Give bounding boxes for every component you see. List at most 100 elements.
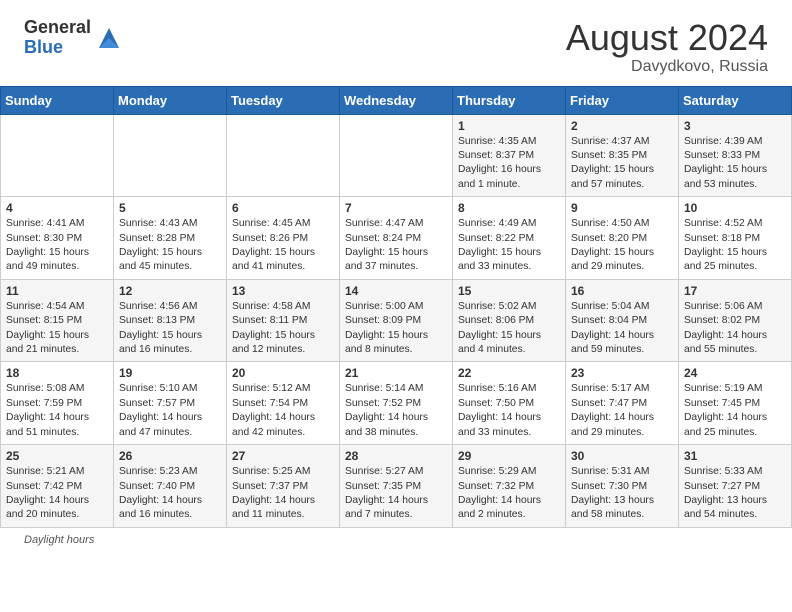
- day-info: Sunrise: 5:21 AM Sunset: 7:42 PM Dayligh…: [6, 465, 108, 523]
- day-info: Sunrise: 4:47 AM Sunset: 8:24 PM Dayligh…: [345, 217, 447, 275]
- day-info: Sunrise: 4:45 AM Sunset: 8:26 PM Dayligh…: [232, 217, 334, 275]
- calendar-cell: [340, 114, 453, 197]
- calendar-cell: 6 Sunrise: 4:45 AM Sunset: 8:26 PM Daylig…: [227, 197, 340, 280]
- calendar-cell: 12Sunrise: 4:56 AM Sunset: 8:13 PM Dayli…: [114, 279, 227, 362]
- day-info: Sunrise: 4:52 AM Sunset: 8:18 PM Dayligh…: [684, 217, 786, 275]
- day-info: Sunrise: 5:00 AM Sunset: 8:09 PM Dayligh…: [345, 300, 447, 358]
- calendar-cell: 22 Sunrise: 5:16 AM Sunset: 7:50 PM Dayli…: [453, 362, 566, 445]
- day-number: 16: [571, 284, 673, 298]
- day-info: Sunrise: 4:54 AM Sunset: 8:15 PM Dayligh…: [6, 300, 108, 358]
- calendar-cell: 26 Sunrise: 5:23 AM Sunset: 7:40 PM Dayli…: [114, 445, 227, 528]
- calendar-cell: 15Sunrise: 5:02 AM Sunset: 8:06 PM Dayli…: [453, 279, 566, 362]
- calendar-cell: 29 Sunrise: 5:29 AM Sunset: 7:32 PM Dayli…: [453, 445, 566, 528]
- location-subtitle: Davydkovo, Russia: [566, 58, 768, 76]
- day-info: Sunrise: 5:08 AM Sunset: 7:59 PM Dayligh…: [6, 382, 108, 440]
- day-number: 20: [232, 366, 334, 380]
- day-number: 11: [6, 284, 108, 298]
- calendar-cell: 14 Sunrise: 5:00 AM Sunset: 8:09 PM Dayli…: [340, 279, 453, 362]
- logo-icon: [95, 24, 123, 52]
- day-number: 7: [345, 201, 447, 215]
- weekday-header: Tuesday: [227, 86, 340, 114]
- calendar-cell: 31Sunrise: 5:33 AM Sunset: 7:27 PM Dayli…: [679, 445, 792, 528]
- day-info: Sunrise: 5:16 AM Sunset: 7:50 PM Dayligh…: [458, 382, 560, 440]
- day-number: 13: [232, 284, 334, 298]
- calendar-cell: [114, 114, 227, 197]
- weekday-header: Saturday: [679, 86, 792, 114]
- day-number: 28: [345, 449, 447, 463]
- day-number: 26: [119, 449, 221, 463]
- day-info: Sunrise: 4:50 AM Sunset: 8:20 PM Dayligh…: [571, 217, 673, 275]
- day-info: Sunrise: 5:27 AM Sunset: 7:35 PM Dayligh…: [345, 465, 447, 523]
- day-info: Sunrise: 5:04 AM Sunset: 8:04 PM Dayligh…: [571, 300, 673, 358]
- day-number: 15: [458, 284, 560, 298]
- calendar-cell: 3Sunrise: 4:39 AM Sunset: 8:33 PM Daylig…: [679, 114, 792, 197]
- calendar-cell: 18Sunrise: 5:08 AM Sunset: 7:59 PM Dayli…: [1, 362, 114, 445]
- day-info: Sunrise: 5:31 AM Sunset: 7:30 PM Dayligh…: [571, 465, 673, 523]
- day-number: 9: [571, 201, 673, 215]
- day-number: 22: [458, 366, 560, 380]
- weekday-header: Thursday: [453, 86, 566, 114]
- calendar-cell: 4 Sunrise: 4:41 AM Sunset: 8:30 PM Daylig…: [1, 197, 114, 280]
- day-info: Sunrise: 4:37 AM Sunset: 8:35 PM Dayligh…: [571, 135, 673, 193]
- footer: Daylight hours: [0, 528, 792, 550]
- calendar-week-row: 1Sunrise: 4:35 AM Sunset: 8:37 PM Daylig…: [1, 114, 792, 197]
- calendar-cell: 20 Sunrise: 5:12 AM Sunset: 7:54 PM Dayli…: [227, 362, 340, 445]
- weekday-header: Friday: [566, 86, 679, 114]
- calendar-week-row: 18Sunrise: 5:08 AM Sunset: 7:59 PM Dayli…: [1, 362, 792, 445]
- calendar-cell: 13 Sunrise: 4:58 AM Sunset: 8:11 PM Dayli…: [227, 279, 340, 362]
- day-number: 14: [345, 284, 447, 298]
- logo-blue-text: Blue: [24, 38, 91, 58]
- calendar-cell: 25 Sunrise: 5:21 AM Sunset: 7:42 PM Dayli…: [1, 445, 114, 528]
- day-info: Sunrise: 4:49 AM Sunset: 8:22 PM Dayligh…: [458, 217, 560, 275]
- calendar-cell: [1, 114, 114, 197]
- day-info: Sunrise: 5:23 AM Sunset: 7:40 PM Dayligh…: [119, 465, 221, 523]
- calendar-cell: 16 Sunrise: 5:04 AM Sunset: 8:04 PM Dayli…: [566, 279, 679, 362]
- calendar-week-row: 11 Sunrise: 4:54 AM Sunset: 8:15 PM Dayli…: [1, 279, 792, 362]
- day-info: Sunrise: 4:39 AM Sunset: 8:33 PM Dayligh…: [684, 135, 786, 193]
- day-info: Sunrise: 4:56 AM Sunset: 8:13 PM Dayligh…: [119, 300, 221, 358]
- day-number: 2: [571, 119, 673, 133]
- calendar-cell: 2 Sunrise: 4:37 AM Sunset: 8:35 PM Daylig…: [566, 114, 679, 197]
- month-year-title: August 2024: [566, 18, 768, 58]
- day-info: Sunrise: 4:41 AM Sunset: 8:30 PM Dayligh…: [6, 217, 108, 275]
- day-number: 19: [119, 366, 221, 380]
- day-number: 27: [232, 449, 334, 463]
- day-info: Sunrise: 5:17 AM Sunset: 7:47 PM Dayligh…: [571, 382, 673, 440]
- day-info: Sunrise: 5:29 AM Sunset: 7:32 PM Dayligh…: [458, 465, 560, 523]
- day-number: 21: [345, 366, 447, 380]
- logo-general-text: General: [24, 18, 91, 38]
- day-info: Sunrise: 4:43 AM Sunset: 8:28 PM Dayligh…: [119, 217, 221, 275]
- daylight-hours-label: Daylight hours: [24, 534, 94, 546]
- day-number: 30: [571, 449, 673, 463]
- calendar-cell: 1Sunrise: 4:35 AM Sunset: 8:37 PM Daylig…: [453, 114, 566, 197]
- day-number: 5: [119, 201, 221, 215]
- day-info: Sunrise: 5:10 AM Sunset: 7:57 PM Dayligh…: [119, 382, 221, 440]
- calendar-week-row: 25 Sunrise: 5:21 AM Sunset: 7:42 PM Dayli…: [1, 445, 792, 528]
- day-info: Sunrise: 5:25 AM Sunset: 7:37 PM Dayligh…: [232, 465, 334, 523]
- calendar-cell: 30 Sunrise: 5:31 AM Sunset: 7:30 PM Dayli…: [566, 445, 679, 528]
- day-info: Sunrise: 4:58 AM Sunset: 8:11 PM Dayligh…: [232, 300, 334, 358]
- title-block: August 2024 Davydkovo, Russia: [566, 18, 768, 76]
- weekday-header: Wednesday: [340, 86, 453, 114]
- calendar-cell: 7 Sunrise: 4:47 AM Sunset: 8:24 PM Daylig…: [340, 197, 453, 280]
- calendar-cell: 28 Sunrise: 5:27 AM Sunset: 7:35 PM Dayli…: [340, 445, 453, 528]
- day-number: 24: [684, 366, 786, 380]
- calendar-body: 1Sunrise: 4:35 AM Sunset: 8:37 PM Daylig…: [1, 114, 792, 527]
- calendar-cell: 24Sunrise: 5:19 AM Sunset: 7:45 PM Dayli…: [679, 362, 792, 445]
- page-header: General Blue August 2024 Davydkovo, Russ…: [0, 0, 792, 86]
- day-number: 6: [232, 201, 334, 215]
- calendar-cell: 19 Sunrise: 5:10 AM Sunset: 7:57 PM Dayli…: [114, 362, 227, 445]
- day-number: 17: [684, 284, 786, 298]
- calendar-week-row: 4 Sunrise: 4:41 AM Sunset: 8:30 PM Daylig…: [1, 197, 792, 280]
- day-number: 25: [6, 449, 108, 463]
- day-number: 31: [684, 449, 786, 463]
- day-number: 29: [458, 449, 560, 463]
- day-number: 10: [684, 201, 786, 215]
- calendar-cell: 10 Sunrise: 4:52 AM Sunset: 8:18 PM Dayli…: [679, 197, 792, 280]
- day-info: Sunrise: 5:12 AM Sunset: 7:54 PM Dayligh…: [232, 382, 334, 440]
- day-number: 4: [6, 201, 108, 215]
- logo: General Blue: [24, 18, 123, 58]
- weekday-header: Sunday: [1, 86, 114, 114]
- calendar-cell: 17Sunrise: 5:06 AM Sunset: 8:02 PM Dayli…: [679, 279, 792, 362]
- calendar-cell: 21Sunrise: 5:14 AM Sunset: 7:52 PM Dayli…: [340, 362, 453, 445]
